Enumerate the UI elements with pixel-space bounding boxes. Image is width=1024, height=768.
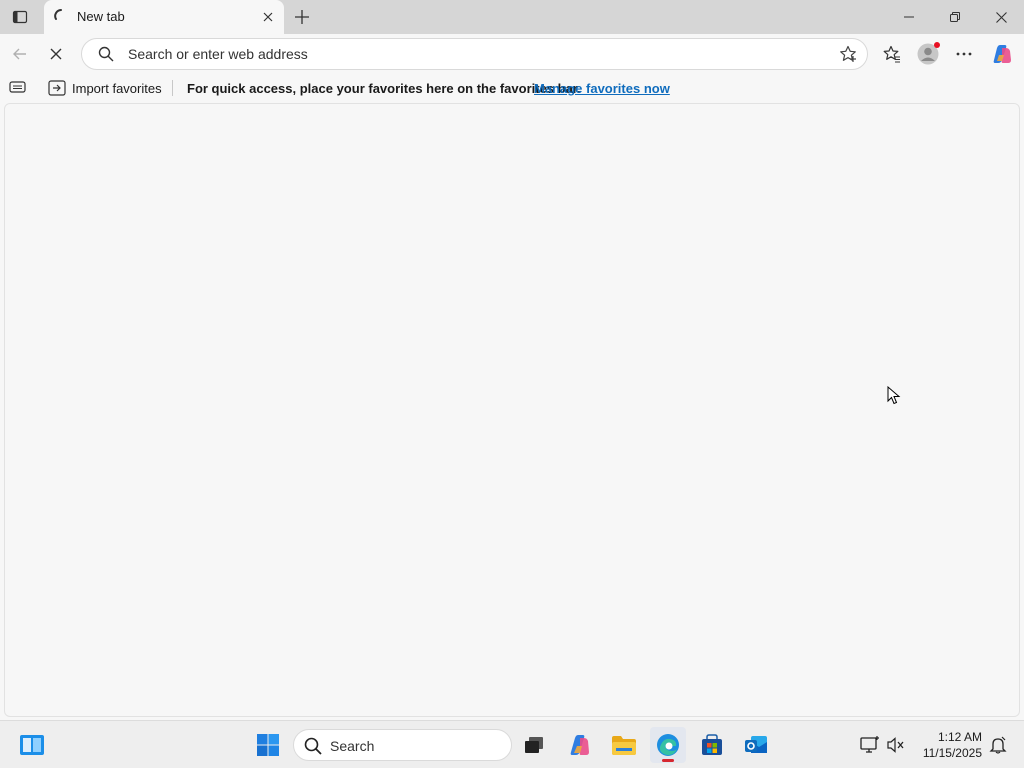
taskbar-search-box[interactable]: Search [293, 729, 512, 761]
plus-icon [295, 10, 309, 24]
manage-favorites-link[interactable]: Manage favorites now [534, 81, 670, 96]
tab-title: New tab [77, 9, 125, 24]
edge-taskbar-button[interactable] [650, 727, 686, 763]
settings-menu-button[interactable] [950, 40, 978, 68]
tab-new-tab[interactable]: New tab [44, 0, 284, 34]
active-app-indicator [662, 759, 674, 762]
taskbar: Search 1:12 AM 11/15/2025 [0, 720, 1024, 768]
address-bar[interactable] [81, 38, 868, 70]
copilot-button[interactable] [988, 40, 1016, 68]
address-input[interactable] [128, 44, 828, 64]
notification-bell-icon [989, 736, 1007, 754]
minimize-icon [904, 16, 914, 18]
import-favorites-button[interactable]: Import favorites [48, 78, 162, 98]
taskbar-clock[interactable]: 1:12 AM 11/15/2025 [914, 729, 982, 761]
tab-actions-icon [12, 10, 28, 24]
add-favorite-icon[interactable] [839, 45, 857, 63]
outlook-button[interactable] [738, 727, 774, 763]
import-icon [48, 80, 66, 96]
monitor-network-icon [860, 736, 879, 753]
close-icon [263, 12, 273, 22]
microsoft-store-button[interactable] [694, 727, 730, 763]
search-icon [304, 737, 322, 755]
notifications-button[interactable] [980, 727, 1016, 763]
minimize-button[interactable] [886, 0, 932, 34]
tab-actions-button[interactable] [8, 5, 32, 29]
store-icon [702, 734, 722, 755]
clock-date: 11/15/2025 [922, 746, 982, 760]
restore-button[interactable] [932, 0, 978, 34]
edge-icon [657, 734, 679, 756]
mouse-cursor-icon [887, 386, 901, 405]
page-content [4, 103, 1020, 717]
tab-close-button[interactable] [258, 7, 278, 27]
notification-badge [934, 42, 940, 48]
copilot-icon [993, 45, 1011, 63]
loading-icon [54, 9, 62, 20]
close-icon [995, 11, 1007, 23]
copilot-icon [570, 735, 589, 755]
file-explorer-button[interactable] [606, 727, 642, 763]
restore-icon [950, 12, 960, 22]
browser-toolbar [0, 34, 1024, 74]
task-view-button[interactable] [516, 727, 552, 763]
volume-tray-button[interactable] [878, 727, 914, 763]
volume-muted-icon [887, 737, 904, 753]
widgets-button[interactable] [14, 727, 50, 763]
title-bar: New tab [0, 0, 1024, 34]
divider [172, 80, 173, 96]
favorites-star-icon [883, 45, 900, 63]
copilot-taskbar-button[interactable] [562, 727, 598, 763]
taskbar-search-placeholder: Search [330, 738, 375, 754]
windows-logo-icon [257, 734, 279, 756]
outlook-icon [745, 736, 767, 753]
stop-loading-button[interactable] [42, 40, 70, 68]
folder-icon [612, 736, 636, 755]
back-button[interactable] [6, 40, 34, 68]
favorites-bar: Import favorites For quick access, place… [0, 74, 1024, 102]
favorites-bar-menu-icon[interactable] [9, 80, 27, 94]
arrow-left-icon [13, 48, 26, 60]
more-icon [956, 52, 972, 56]
search-icon [98, 46, 114, 62]
start-button[interactable] [250, 727, 286, 763]
close-window-button[interactable] [978, 0, 1024, 34]
new-tab-button[interactable] [289, 4, 315, 30]
favorites-button[interactable] [878, 40, 906, 68]
widgets-icon [20, 735, 44, 755]
close-icon [50, 48, 62, 60]
import-favorites-label: Import favorites [72, 80, 162, 96]
task-view-icon [525, 737, 543, 753]
clock-time: 1:12 AM [937, 730, 982, 744]
favorites-hint-text: For quick access, place your favorites h… [187, 81, 581, 96]
